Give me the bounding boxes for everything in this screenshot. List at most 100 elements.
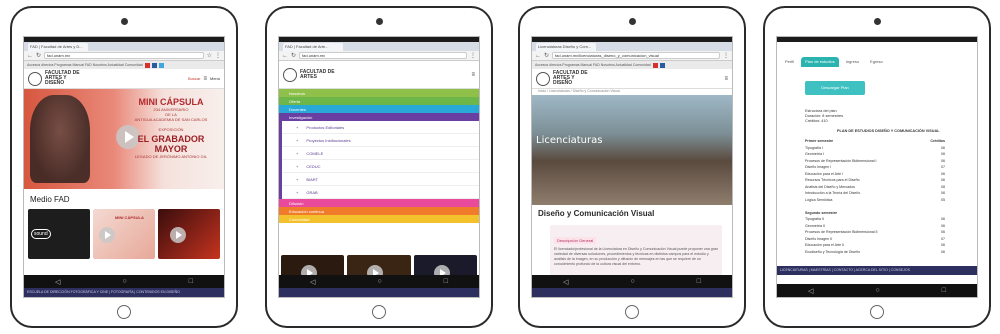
menu-item[interactable]: Oferta bbox=[279, 97, 479, 105]
page-title: Diseño y Comunicación Visual bbox=[538, 209, 655, 218]
social-icon-lightblue[interactable] bbox=[158, 62, 164, 68]
menu-item[interactable]: Educación continua bbox=[279, 207, 479, 215]
tablet-degree: Licenciaturas Diseño y Com... ← ↻ fad.un… bbox=[518, 6, 746, 328]
unam-seal-icon bbox=[283, 67, 297, 82]
play-icon[interactable] bbox=[170, 227, 186, 243]
hamburger-menu-icon[interactable]: ≡ bbox=[724, 76, 728, 82]
play-icon[interactable] bbox=[99, 227, 115, 243]
submenu-item[interactable]: + Proyectos Institucionales bbox=[282, 134, 479, 147]
home-button-icon[interactable] bbox=[117, 305, 131, 319]
breadcrumb[interactable]: Inicio / Licenciaturas / Diseño y Comuni… bbox=[538, 89, 620, 93]
back-nav-icon[interactable]: ◁ bbox=[808, 287, 813, 295]
submenu-item[interactable]: + Productos Editoriales bbox=[282, 121, 479, 134]
quick-links[interactable]: Accesos directos Programas Manual FAD No… bbox=[535, 63, 651, 67]
url-input[interactable]: fad.unam.mx bbox=[44, 52, 204, 59]
hamburger-menu-icon[interactable]: ≡ bbox=[203, 76, 207, 82]
browser-tab[interactable]: FAD | Facultad de Arte... bbox=[283, 43, 343, 51]
screen: FAD | Facultad de Artes y D... ← ↻ fad.u… bbox=[23, 36, 225, 298]
menu-item[interactable]: Nosotros bbox=[279, 89, 479, 97]
submenu-item[interactable]: + COMELE bbox=[282, 147, 479, 160]
thumb-label: sound bbox=[31, 229, 51, 239]
tab-bar: FAD | Facultad de Artes y D... bbox=[24, 42, 224, 51]
tab-bar: Licenciaturas Diseño y Com... bbox=[532, 42, 732, 51]
submenu-item[interactable]: + CEDUC bbox=[282, 160, 479, 173]
unam-seal-icon bbox=[28, 71, 42, 86]
home-button-icon[interactable] bbox=[625, 305, 639, 319]
menu-item[interactable]: Docentes bbox=[279, 105, 479, 113]
screen: Perfil Plan de estudios Ingreso Egreso D… bbox=[776, 36, 978, 298]
quick-links[interactable]: Accesos directos Programas Manual FAD No… bbox=[27, 63, 143, 67]
tab-egreso[interactable]: Egreso bbox=[866, 57, 887, 67]
search-link[interactable]: Buscar bbox=[188, 76, 200, 81]
url-input[interactable]: fad.unam.mx/licenciaturas_diseno_y_comun… bbox=[552, 52, 720, 59]
camera-icon bbox=[375, 18, 383, 25]
social-icon-blue[interactable] bbox=[151, 62, 157, 68]
quick-links-bar: Accesos directos Programas Manual FAD No… bbox=[532, 61, 732, 69]
unam-seal-icon bbox=[536, 71, 550, 86]
hero-line: ANTIGUA ACADEMIA DE SAN CARLOS bbox=[134, 117, 208, 122]
menu-item-active[interactable]: Investigación bbox=[279, 113, 479, 121]
back-icon[interactable]: ← bbox=[535, 53, 541, 59]
menu-label[interactable]: Menú bbox=[210, 76, 220, 81]
portrait-image bbox=[30, 95, 90, 183]
tab-bar: FAD | Facultad de Arte... bbox=[279, 42, 479, 51]
social-icon-red[interactable] bbox=[144, 62, 150, 68]
recents-nav-icon[interactable]: □ bbox=[444, 278, 448, 285]
video-thumb[interactable]: MINI CÁPSULA bbox=[93, 209, 155, 259]
browser-tab[interactable]: Licenciaturas Diseño y Com... bbox=[536, 43, 596, 51]
site-logo[interactable]: FACULTAD DE ARTES Y DISEÑO bbox=[553, 71, 593, 86]
hero-expo: EXPOSICIÓN bbox=[158, 127, 184, 132]
submenu-item[interactable]: + GRAB bbox=[282, 186, 479, 199]
hero-banner[interactable]: MINI CÁPSULA 234 ANIVERSARIO DE LA ANTIG… bbox=[24, 89, 224, 189]
submenu-item[interactable]: + BIART bbox=[282, 173, 479, 186]
camera-icon bbox=[628, 18, 636, 25]
home-button-icon[interactable] bbox=[372, 305, 386, 319]
star-icon[interactable]: ☆ bbox=[207, 52, 212, 59]
recents-nav-icon[interactable]: □ bbox=[942, 287, 946, 294]
tab-perfil[interactable]: Perfil bbox=[781, 57, 798, 67]
back-icon[interactable]: ← bbox=[282, 53, 288, 59]
reload-icon[interactable]: ↻ bbox=[291, 52, 296, 59]
home-nav-icon[interactable]: ○ bbox=[122, 278, 126, 285]
home-nav-icon[interactable]: ○ bbox=[630, 278, 634, 285]
back-icon[interactable]: ← bbox=[27, 53, 33, 59]
video-thumbnails: sound MINI CÁPSULA bbox=[28, 209, 220, 259]
site-logo[interactable]: FACULTAD DE ARTES bbox=[300, 69, 340, 80]
social-icon-red[interactable] bbox=[652, 62, 658, 68]
social-icon-blue[interactable] bbox=[659, 62, 665, 68]
browser-tab[interactable]: FAD | Facultad de Artes y D... bbox=[28, 43, 88, 51]
home-nav-icon[interactable]: ○ bbox=[875, 287, 879, 294]
recents-nav-icon[interactable]: □ bbox=[189, 278, 193, 285]
back-nav-icon[interactable]: ◁ bbox=[310, 278, 315, 286]
overflow-menu-icon[interactable]: ⋮ bbox=[723, 52, 729, 59]
recents-nav-icon[interactable]: □ bbox=[697, 278, 701, 285]
overflow-menu-icon[interactable]: ⋮ bbox=[470, 52, 476, 59]
reload-icon[interactable]: ↻ bbox=[36, 52, 41, 59]
back-nav-icon[interactable]: ◁ bbox=[55, 278, 60, 286]
home-button-icon[interactable] bbox=[870, 305, 884, 319]
plan-credits: 05 bbox=[941, 197, 945, 202]
site-footer bbox=[279, 288, 479, 297]
video-thumb[interactable] bbox=[158, 209, 220, 259]
description-tag[interactable]: Descripción General bbox=[554, 237, 597, 244]
site-logo[interactable]: FACULTAD DE ARTES Y DISEÑO bbox=[45, 71, 85, 86]
site-header: FACULTAD DE ARTES Y DISEÑO ≡ bbox=[532, 69, 732, 89]
video-thumb[interactable]: sound bbox=[28, 209, 90, 259]
site-footer: LICENCIATURAS | MAESTRÍAS | CONTACTO | A… bbox=[777, 266, 977, 275]
url-input[interactable]: fad.unam.mx bbox=[299, 52, 467, 59]
tab-plan[interactable]: Plan de estudios bbox=[801, 57, 839, 67]
hamburger-menu-icon[interactable]: ≡ bbox=[471, 72, 475, 78]
site-footer: ESCUELA DE DIRECCIÓN FOTOGRÁFICA Y CINE … bbox=[24, 288, 224, 297]
android-nav-bar: ◁ ○ □ bbox=[777, 284, 977, 297]
menu-item[interactable]: Difusión bbox=[279, 199, 479, 207]
tab-ingreso[interactable]: Ingreso bbox=[842, 57, 863, 67]
screen: Licenciaturas Diseño y Com... ← ↻ fad.un… bbox=[531, 36, 733, 298]
download-plan-button[interactable]: Descargar Plan bbox=[805, 81, 865, 95]
plan-row: Ecodiseño y Tecnología de Diseño 06 bbox=[805, 250, 945, 257]
overflow-menu-icon[interactable]: ⋮ bbox=[215, 52, 221, 59]
reload-icon[interactable]: ↻ bbox=[544, 52, 549, 59]
back-nav-icon[interactable]: ◁ bbox=[563, 278, 568, 286]
thumb-label: MINI CÁPSULA bbox=[115, 215, 144, 220]
menu-item[interactable]: Comunidad bbox=[279, 215, 479, 223]
home-nav-icon[interactable]: ○ bbox=[377, 278, 381, 285]
